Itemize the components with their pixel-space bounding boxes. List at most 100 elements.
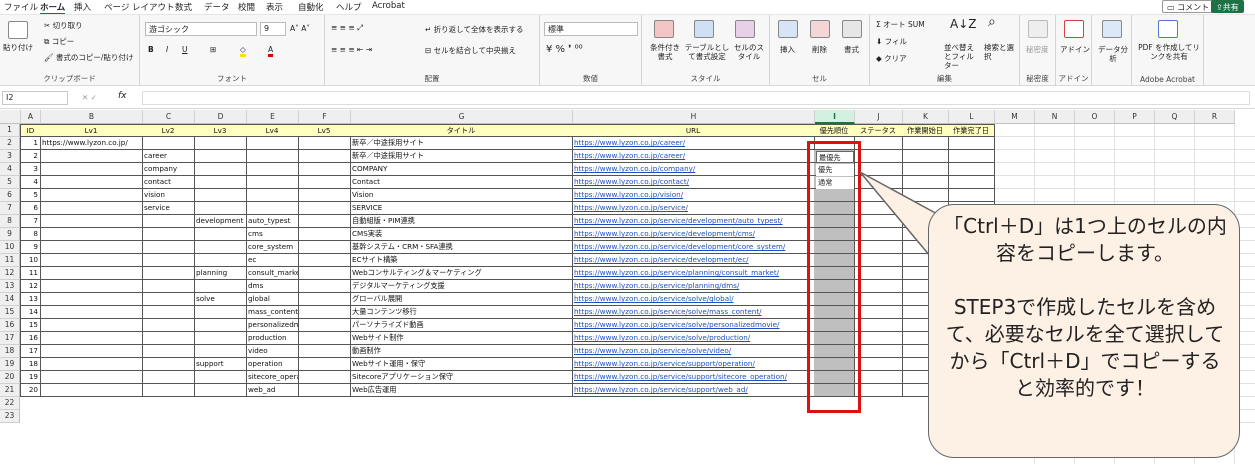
table-cell[interactable]: operation xyxy=(246,358,299,371)
table-cell[interactable] xyxy=(948,176,995,189)
table-cell[interactable] xyxy=(40,306,143,319)
table-cell[interactable]: 5 xyxy=(20,189,41,202)
table-cell[interactable]: 8 xyxy=(20,228,41,241)
table-cell[interactable] xyxy=(298,345,351,358)
create-pdf-button[interactable]: PDF を作成してリンクを共有 xyxy=(1136,43,1202,61)
tab-data[interactable]: データ xyxy=(204,1,230,13)
table-cell[interactable]: 1 xyxy=(20,137,41,150)
table-cell[interactable] xyxy=(194,241,247,254)
url-link[interactable]: https://www.lyzon.co.jp/service/ xyxy=(572,202,815,215)
table-cell[interactable]: 3 xyxy=(20,163,41,176)
table-cell[interactable] xyxy=(298,202,351,215)
font-size-select[interactable]: 9 xyxy=(260,22,286,36)
table-cell[interactable]: Contact xyxy=(350,176,573,189)
table-cell[interactable] xyxy=(142,254,195,267)
tab-view[interactable]: 表示 xyxy=(266,1,283,13)
table-cell[interactable] xyxy=(298,384,351,397)
cancel-icon[interactable]: ✕ ✓ xyxy=(82,93,97,102)
header-cell-g[interactable]: タイトル xyxy=(350,124,573,137)
table-cell[interactable]: dms xyxy=(246,280,299,293)
table-cell[interactable] xyxy=(814,280,855,293)
url-link[interactable]: https://www.lyzon.co.jp/service/planning… xyxy=(572,280,815,293)
table-cell[interactable] xyxy=(298,163,351,176)
table-cell[interactable]: solve xyxy=(194,293,247,306)
table-cell[interactable] xyxy=(246,202,299,215)
table-cell[interactable] xyxy=(814,345,855,358)
table-cell[interactable] xyxy=(142,137,195,150)
table-cell[interactable] xyxy=(854,384,903,397)
border-icon[interactable]: ⊞ xyxy=(210,45,216,54)
table-cell[interactable]: 14 xyxy=(20,306,41,319)
table-cell[interactable] xyxy=(814,358,855,371)
table-cell[interactable]: 13 xyxy=(20,293,41,306)
table-cell[interactable] xyxy=(40,254,143,267)
table-cell[interactable] xyxy=(246,176,299,189)
table-cell[interactable] xyxy=(194,150,247,163)
header-cell-k[interactable]: 作業開始日 xyxy=(902,124,949,137)
table-cell[interactable]: ec xyxy=(246,254,299,267)
format-painter-button[interactable]: 🖌 書式のコピー/貼り付け xyxy=(44,53,133,62)
row-header[interactable]: 1 xyxy=(0,124,20,137)
table-cell[interactable] xyxy=(194,306,247,319)
column-header-o[interactable]: O xyxy=(1075,110,1115,124)
tab-help[interactable]: ヘルプ xyxy=(336,1,362,13)
url-link[interactable]: https://www.lyzon.co.jp/contact/ xyxy=(572,176,815,189)
table-cell[interactable] xyxy=(40,319,143,332)
table-cell[interactable] xyxy=(194,189,247,202)
table-cell[interactable]: 2 xyxy=(20,150,41,163)
table-cell[interactable]: cms xyxy=(246,228,299,241)
table-cell[interactable]: Webサイト制作 xyxy=(350,332,573,345)
url-link[interactable]: https://www.lyzon.co.jp/service/solve/gl… xyxy=(572,293,815,306)
table-cell[interactable] xyxy=(40,215,143,228)
table-cell[interactable] xyxy=(814,306,855,319)
table-cell[interactable] xyxy=(194,319,247,332)
table-cell[interactable] xyxy=(814,137,855,150)
table-cell[interactable] xyxy=(902,163,949,176)
font-grow-icon[interactable]: A˄ A˅ xyxy=(290,24,310,33)
table-cell[interactable] xyxy=(298,150,351,163)
url-link[interactable]: https://www.lyzon.co.jp/service/support/… xyxy=(572,371,815,384)
table-cell[interactable] xyxy=(194,202,247,215)
table-cell[interactable] xyxy=(298,306,351,319)
url-link[interactable]: https://www.lyzon.co.jp/service/planning… xyxy=(572,267,815,280)
table-cell[interactable] xyxy=(194,137,247,150)
wrap-text-button[interactable]: ↵ 折り返して全体を表示する xyxy=(425,25,523,34)
table-cell[interactable]: 20 xyxy=(20,384,41,397)
table-cell[interactable] xyxy=(246,150,299,163)
table-cell[interactable]: ECサイト構築 xyxy=(350,254,573,267)
tab-formulas[interactable]: 数式 xyxy=(175,1,192,13)
row-header[interactable]: 17 xyxy=(0,332,20,345)
column-header-k[interactable]: K xyxy=(903,110,949,124)
row-header[interactable]: 10 xyxy=(0,241,20,254)
cut-button[interactable]: ✂ 切り取り xyxy=(44,21,83,30)
tab-home[interactable]: ホーム xyxy=(40,1,66,15)
table-cell[interactable]: 大量コンテンツ移行 xyxy=(350,306,573,319)
row-header[interactable]: 6 xyxy=(0,189,20,202)
table-cell[interactable] xyxy=(814,371,855,384)
table-cell[interactable] xyxy=(854,267,903,280)
table-cell[interactable] xyxy=(298,176,351,189)
table-cell[interactable]: sitecore_operation xyxy=(246,371,299,384)
table-cell[interactable] xyxy=(854,319,903,332)
table-cell[interactable] xyxy=(902,176,949,189)
row-header[interactable]: 3 xyxy=(0,150,20,163)
table-cell[interactable] xyxy=(814,254,855,267)
table-cell[interactable] xyxy=(854,358,903,371)
table-cell[interactable] xyxy=(298,137,351,150)
addins-button[interactable]: アドイン xyxy=(1060,45,1090,54)
column-header-d[interactable]: D xyxy=(195,110,247,124)
cell-style-button[interactable]: セルのスタイル xyxy=(732,43,766,61)
table-cell[interactable] xyxy=(40,358,143,371)
url-link[interactable]: https://www.lyzon.co.jp/vision/ xyxy=(572,189,815,202)
table-cell[interactable]: 6 xyxy=(20,202,41,215)
table-cell[interactable] xyxy=(854,228,903,241)
column-header-a[interactable]: A xyxy=(21,110,41,124)
table-cell[interactable]: auto_typest xyxy=(246,215,299,228)
row-header[interactable]: 15 xyxy=(0,306,20,319)
table-cell[interactable]: web_ad xyxy=(246,384,299,397)
column-header-i[interactable]: I xyxy=(815,110,855,124)
url-link[interactable]: https://www.lyzon.co.jp/service/solve/ma… xyxy=(572,306,815,319)
sort-filter-button[interactable]: 並べ替えとフィルター xyxy=(944,43,980,70)
tab-acrobat[interactable]: Acrobat xyxy=(372,1,405,11)
row-header[interactable]: 14 xyxy=(0,293,20,306)
